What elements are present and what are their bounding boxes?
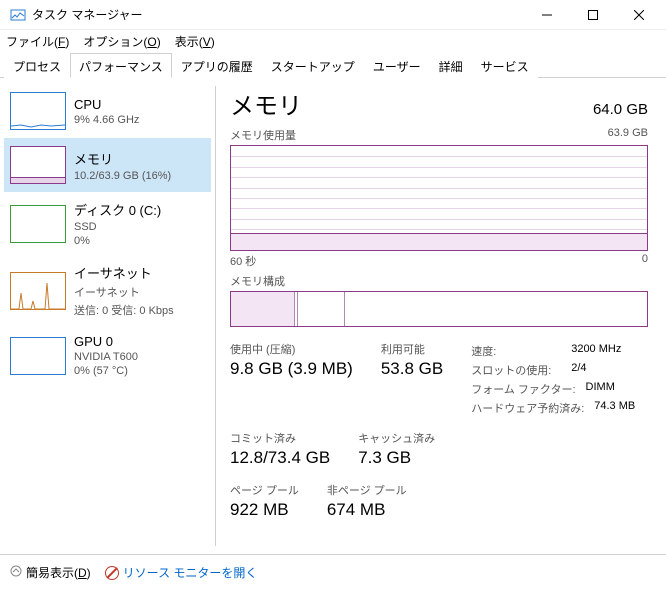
tab-users[interactable]: ユーザー	[364, 53, 430, 78]
usage-chart-label: メモリ使用量	[230, 127, 296, 143]
gpu-thumb-icon	[10, 337, 66, 375]
avail-label: 利用可能	[381, 341, 443, 357]
sidebar: CPU 9% 4.66 GHz メモリ 10.2/63.9 GB (16%) ディス…	[0, 78, 215, 554]
disk-thumb-icon	[10, 205, 66, 243]
sidebar-label: イーサネット	[74, 263, 174, 282]
sidebar-sub: 9% 4.66 GHz	[74, 114, 139, 126]
slots-value: 2/4	[571, 362, 586, 378]
x-axis-min: 60 秒	[230, 253, 256, 269]
nonpaged-label: 非ページ プール	[327, 482, 407, 498]
resource-monitor-label: リソース モニターを開く	[123, 564, 258, 581]
detail-title: メモリ	[230, 86, 302, 121]
sidebar-item-disk[interactable]: ディスク 0 (C:) SSD 0%	[4, 192, 211, 255]
usage-chart-max: 63.9 GB	[608, 127, 648, 143]
memory-thumb-icon	[10, 146, 66, 184]
tab-performance[interactable]: パフォーマンス	[70, 53, 172, 78]
sidebar-item-cpu[interactable]: CPU 9% 4.66 GHz	[4, 84, 211, 138]
composition-label: メモリ構成	[230, 273, 285, 289]
x-axis-max: 0	[642, 253, 648, 269]
tab-details[interactable]: 詳細	[430, 53, 472, 78]
paged-label: ページ プール	[230, 482, 299, 498]
sidebar-label: メモリ	[74, 149, 171, 168]
menu-file[interactable]: ファイル(F)	[6, 33, 69, 50]
tab-services[interactable]: サービス	[472, 53, 538, 78]
content-area: CPU 9% 4.66 GHz メモリ 10.2/63.9 GB (16%) ディス…	[0, 78, 666, 554]
hw-value: 74.3 MB	[594, 400, 635, 416]
window-title: タスク マネージャー	[32, 6, 524, 23]
app-icon	[10, 7, 26, 23]
sidebar-sub: 10.2/63.9 GB (16%)	[74, 170, 171, 182]
capacity-value: 64.0 GB	[593, 101, 648, 118]
menu-bar: ファイル(F) オプション(O) 表示(V)	[0, 30, 666, 52]
sidebar-item-ethernet[interactable]: イーサネットイーサネット送信: 0 受信: 0 Kbps	[4, 255, 211, 326]
maximize-button[interactable]	[570, 0, 616, 30]
sidebar-sub: イーサネット	[74, 284, 174, 300]
tab-apphistory[interactable]: アプリの履歴	[172, 53, 262, 78]
form-key: フォーム ファクター:	[471, 381, 575, 397]
footer-bar: 簡易表示(D) リソース モニターを開く	[0, 554, 666, 590]
slots-key: スロットの使用:	[471, 362, 561, 378]
title-bar: タスク マネージャー	[0, 0, 666, 30]
sidebar-sub: SSD	[74, 221, 161, 233]
hw-key: ハードウェア予約済み:	[471, 400, 584, 416]
no-entry-icon	[105, 566, 119, 580]
cached-value: 7.3 GB	[358, 448, 435, 468]
commit-label: コミット済み	[230, 430, 330, 446]
avail-value: 53.8 GB	[381, 359, 443, 379]
sidebar-sub: NVIDIA T600	[74, 351, 138, 363]
speed-key: 速度:	[471, 343, 561, 359]
fewer-details-button[interactable]: 簡易表示(D)	[10, 564, 91, 581]
cached-label: キャッシュ済み	[358, 430, 435, 446]
menu-options[interactable]: オプション(O)	[83, 33, 160, 50]
inuse-label: 使用中 (圧縮)	[230, 341, 353, 357]
cpu-thumb-icon	[10, 92, 66, 130]
sidebar-sub2: 送信: 0 受信: 0 Kbps	[74, 302, 174, 318]
tab-startup[interactable]: スタートアップ	[262, 53, 364, 78]
sidebar-label: GPU 0	[74, 334, 138, 349]
sidebar-sub2: 0% (57 °C)	[74, 365, 138, 377]
form-value: DIMM	[586, 381, 615, 397]
menu-view[interactable]: 表示(V)	[175, 33, 215, 50]
commit-value: 12.8/73.4 GB	[230, 448, 330, 468]
paged-value: 922 MB	[230, 500, 299, 520]
memory-composition-chart[interactable]	[230, 291, 648, 327]
sidebar-item-gpu[interactable]: GPU 0 NVIDIA T600 0% (57 °C)	[4, 326, 211, 385]
speed-value: 3200 MHz	[571, 343, 621, 359]
close-button[interactable]	[616, 0, 662, 30]
memory-usage-chart[interactable]	[230, 145, 648, 251]
sidebar-sub2: 0%	[74, 235, 161, 247]
tab-strip: プロセス パフォーマンス アプリの履歴 スタートアップ ユーザー 詳細 サービス	[0, 52, 666, 78]
resource-monitor-link[interactable]: リソース モニターを開く	[105, 564, 258, 581]
inuse-value: 9.8 GB (3.9 MB)	[230, 359, 353, 379]
ethernet-thumb-icon	[10, 272, 66, 310]
nonpaged-value: 674 MB	[327, 500, 407, 520]
tab-processes[interactable]: プロセス	[4, 53, 70, 78]
sidebar-label: ディスク 0 (C:)	[74, 200, 161, 219]
detail-pane: メモリ 64.0 GB メモリ使用量 63.9 GB 60 秒 0 メモリ構成 使用…	[216, 78, 666, 554]
chevron-up-icon	[10, 565, 22, 580]
minimize-button[interactable]	[524, 0, 570, 30]
sidebar-label: CPU	[74, 97, 139, 112]
sidebar-item-memory[interactable]: メモリ 10.2/63.9 GB (16%)	[4, 138, 211, 192]
